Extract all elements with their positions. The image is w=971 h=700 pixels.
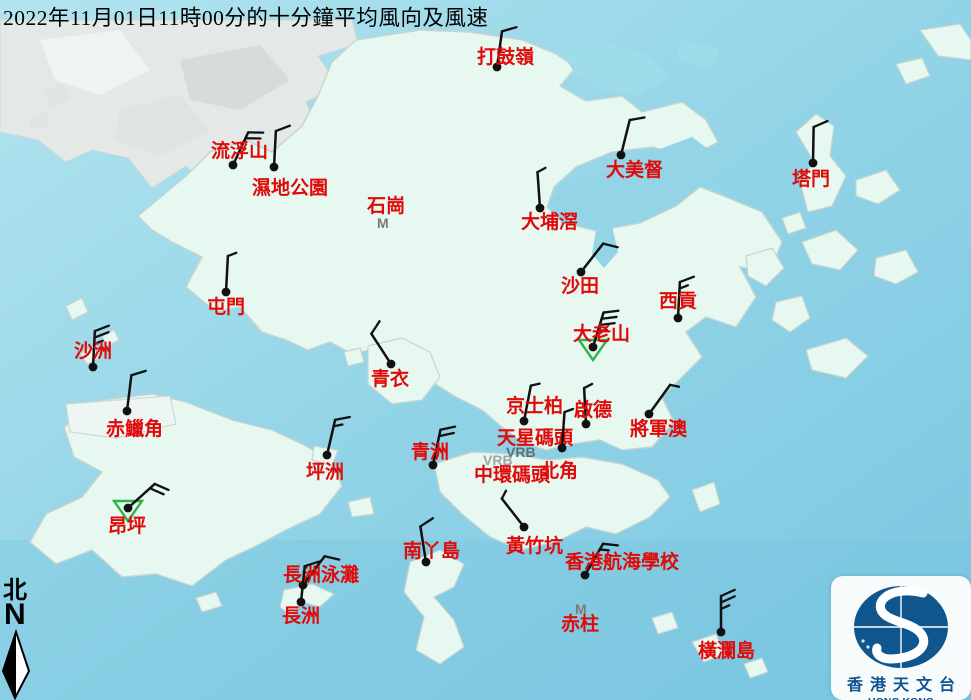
hko-logo: 香港天文台 HONG KONG OBSERVATORY [831,576,971,700]
station-dot [809,159,818,168]
station-label: 南丫島 [403,539,460,562]
wind-map-screenshot: 打鼓嶺流浮山濕地公園石崗M大美督塔門大埔滘沙田屯門西貢沙洲大老山青衣赤鱲角京士柏… [0,0,971,700]
station-label: 沙洲 [74,340,112,362]
station-label: 昂坪 [108,515,146,537]
compass: 北 N [3,578,43,628]
station-label: 啟德 [574,398,612,421]
station-label: 青洲 [411,441,449,463]
compass-north-letter: N [4,602,43,628]
station-label: 坪洲 [306,461,344,483]
station-label: 流浮山 [211,139,268,162]
station-label: 將軍澳 [630,417,688,440]
hko-name-zh: 香港天文台 [831,671,971,695]
station-label: 長洲泳灘 [283,563,359,586]
station-dot [123,407,132,416]
station-label: 大老山 [573,322,630,345]
station-status: VRB [483,452,513,468]
station-label: 青衣 [371,367,409,390]
hko-name-en: HONG KONG OBSERVATORY [831,696,971,700]
station-status: M [575,601,587,617]
station-label: 塔門 [792,167,830,190]
hko-emblem-icon [831,576,971,672]
station-label: 京士柏 [506,394,563,417]
station-label: 長洲 [282,605,320,627]
station-dot [520,523,529,532]
station-label: 赤鱲角 [106,417,163,440]
station-label: 黃竹坑 [506,534,563,557]
station-dot [89,363,98,372]
station-label: 西貢 [659,290,697,312]
station-label: 大埔滘 [521,210,578,233]
hong-kong-map: 打鼓嶺流浮山濕地公園石崗M大美督塔門大埔滘沙田屯門西貢沙洲大老山青衣赤鱲角京士柏… [0,0,971,700]
station-label: 香港航海學校 [564,550,680,573]
station-dot [717,628,726,637]
station-dot [124,504,133,513]
station-label: 北角 [540,459,578,482]
wind-barb-tick [603,544,618,546]
station-dot [270,163,279,172]
station-dot [674,314,683,323]
station-label: 橫瀾島 [698,639,755,662]
station-label: 屯門 [207,295,245,318]
station-label: 石崗 [366,194,405,217]
station-dot [558,444,567,453]
station-dot [323,451,332,460]
station-label: 沙田 [561,275,599,297]
station-label: 濕地公園 [252,176,328,199]
map-title: 2022年11月01日11時00分的十分鐘平均風向及風速 [3,1,488,32]
wind-barb-shaft [813,127,814,163]
station-status: M [377,215,389,231]
station-dot [520,417,529,426]
station-label: 打鼓嶺 [477,45,534,68]
station-label: 大美督 [606,158,663,181]
